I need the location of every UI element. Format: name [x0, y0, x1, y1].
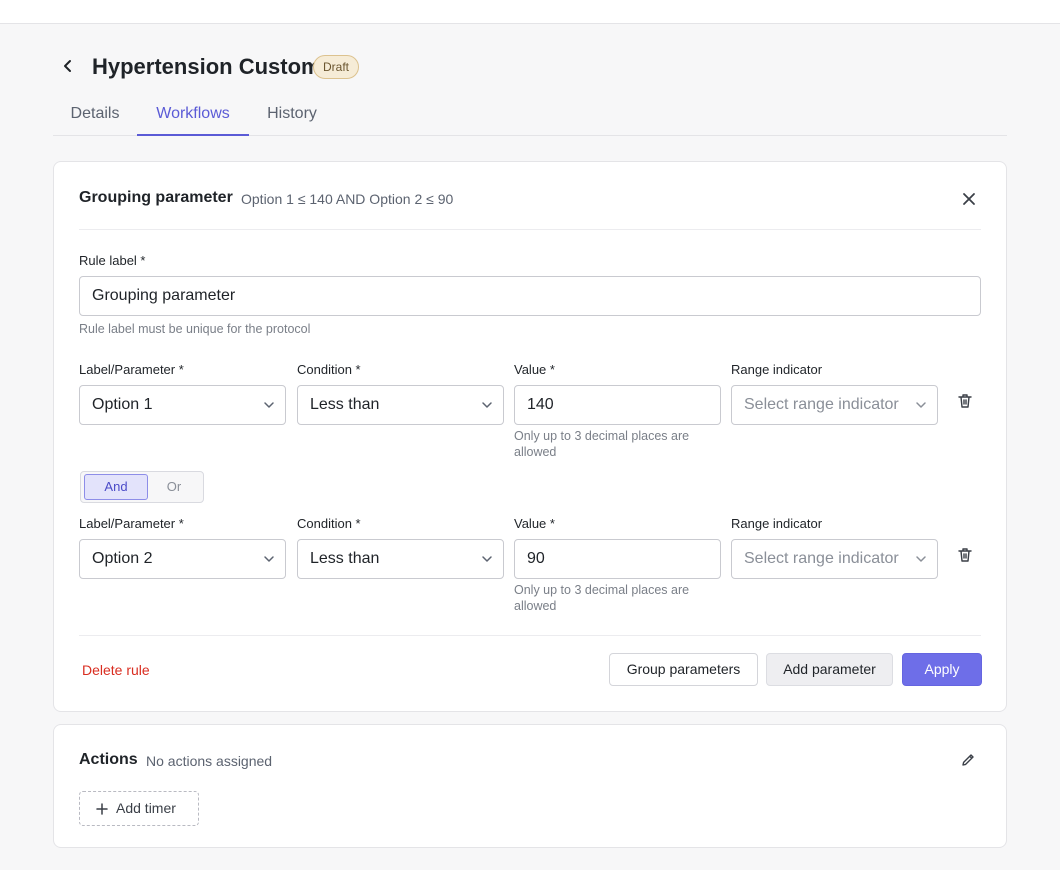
value-label: Value * [514, 362, 555, 377]
chevron-down-icon [916, 556, 926, 562]
range-indicator-select[interactable]: Select range indicator [731, 385, 938, 425]
actions-card: Actions No actions assigned Add timer [53, 724, 1007, 848]
chevron-down-icon [916, 402, 926, 408]
range-indicator-placeholder: Select range indicator [744, 396, 899, 413]
page-title: Hypertension Custom [92, 54, 321, 79]
condition-select[interactable]: Less than [297, 539, 504, 579]
chevron-left-icon [64, 60, 71, 72]
value-input[interactable] [514, 385, 721, 425]
chevron-down-icon [482, 556, 492, 562]
tab-details[interactable]: Details [53, 96, 137, 136]
apply-button[interactable]: Apply [902, 653, 982, 686]
rule-label-input[interactable] [79, 276, 981, 316]
value-label: Value * [514, 516, 555, 531]
header-divider [79, 229, 981, 230]
parameter-select[interactable]: Option 1 [79, 385, 286, 425]
footer-divider [79, 635, 981, 636]
operator-toggle: And Or [80, 471, 204, 503]
close-button[interactable] [957, 187, 981, 211]
rule-label-label: Rule label * [79, 253, 146, 268]
plus-icon [96, 802, 108, 815]
parameter-select-value: Option 2 [92, 550, 153, 567]
range-indicator-select[interactable]: Select range indicator [731, 539, 938, 579]
add-timer-button[interactable]: Add timer [79, 791, 199, 826]
trash-icon [958, 548, 972, 562]
rule-summary: Option 1 ≤ 140 AND Option 2 ≤ 90 [241, 191, 454, 207]
range-indicator-placeholder: Select range indicator [744, 550, 899, 567]
condition-label: Condition * [297, 516, 361, 531]
close-icon [963, 193, 975, 205]
tab-workflows[interactable]: Workflows [137, 96, 249, 136]
operator-and[interactable]: And [84, 474, 148, 500]
chevron-down-icon [264, 556, 274, 562]
value-helper: Only up to 3 decimal places are [514, 583, 690, 597]
back-button[interactable] [56, 54, 80, 78]
status-badge: Draft [313, 55, 360, 79]
range-indicator-label: Range indicator [731, 516, 823, 531]
rule-card: Grouping parameter Option 1 ≤ 140 AND Op… [53, 161, 1007, 712]
tab-bar: Details Workflows History [53, 96, 1007, 136]
rule-label-helper: Rule label must be unique for the protoc… [79, 322, 311, 336]
value-helper: allowed [514, 445, 557, 459]
add-parameter-button[interactable]: Add parameter [766, 653, 893, 686]
condition-select[interactable]: Less than [297, 385, 504, 425]
condition-select-value: Less than [310, 550, 380, 567]
condition-label: Condition * [297, 362, 361, 377]
edit-actions-button[interactable] [956, 748, 980, 772]
value-input[interactable] [514, 539, 721, 579]
actions-title: Actions [79, 751, 138, 768]
delete-condition-button[interactable] [955, 391, 975, 411]
add-timer-label: Add timer [116, 800, 176, 816]
value-helper: allowed [514, 599, 557, 613]
actions-summary: No actions assigned [146, 753, 273, 769]
parameter-select-value: Option 1 [92, 396, 153, 413]
group-parameters-button[interactable]: Group parameters [609, 653, 758, 686]
top-bar [0, 0, 1060, 24]
rule-title: Grouping parameter [79, 189, 233, 206]
chevron-down-icon [482, 402, 492, 408]
operator-or[interactable]: Or [148, 474, 200, 500]
parameter-label: Label/Parameter * [79, 362, 184, 377]
condition-select-value: Less than [310, 396, 380, 413]
delete-condition-button[interactable] [955, 545, 975, 565]
pencil-icon [962, 754, 974, 766]
tab-history[interactable]: History [249, 96, 335, 136]
trash-icon [958, 394, 972, 408]
range-indicator-label: Range indicator [731, 362, 823, 377]
delete-rule-button[interactable]: Delete rule [82, 662, 150, 678]
value-helper: Only up to 3 decimal places are [514, 429, 690, 443]
chevron-down-icon [264, 402, 274, 408]
parameter-select[interactable]: Option 2 [79, 539, 286, 579]
parameter-label: Label/Parameter * [79, 516, 184, 531]
